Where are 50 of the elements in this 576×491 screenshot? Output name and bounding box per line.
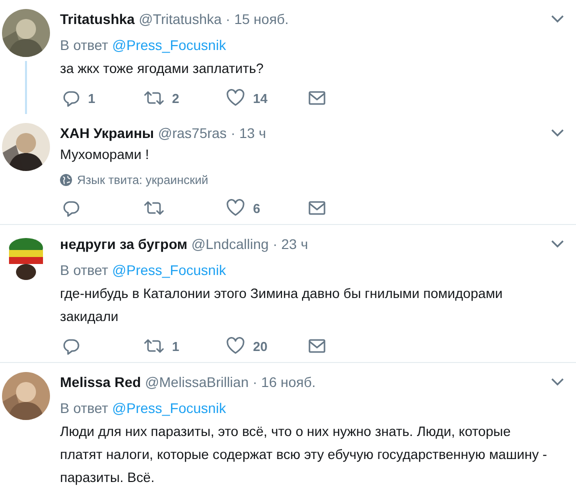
reply-icon[interactable]	[62, 89, 80, 107]
user-handle[interactable]: @MelissaBrillian	[144, 374, 249, 390]
tweet-text: Мухоморами !	[60, 146, 150, 164]
heart-icon[interactable]	[226, 89, 245, 107]
thread-line	[25, 61, 27, 114]
reply-label: В ответ	[60, 399, 108, 418]
reply-icon[interactable]	[62, 337, 80, 355]
mention-link[interactable]: @Press_Focusnik	[112, 396, 226, 420]
avatar[interactable]	[2, 123, 50, 171]
tweet-time[interactable]: · 23 ч	[272, 236, 308, 252]
tweet-text: Люди для них паразиты, это всё, что о них нужно знать. Люди, которые платят налоги, которые содержат всю эту ебучую государственную машину - паразиты. Всё.	[60, 423, 548, 487]
chevron-icon[interactable]	[551, 240, 564, 248]
envelope-icon[interactable]	[308, 200, 326, 216]
like-count: 6	[253, 200, 260, 216]
display-name[interactable]: Tritatushka	[60, 11, 135, 27]
language-note: Язык твита: украинский	[77, 173, 208, 187]
chevron-icon[interactable]	[551, 15, 564, 23]
mention-link[interactable]: @Press_Focusnik	[112, 258, 226, 282]
globe-icon	[60, 174, 72, 186]
like-count: 20	[253, 338, 268, 354]
display-name[interactable]: недруги за бугром	[60, 236, 188, 252]
user-handle[interactable]: @Tritatushka	[138, 11, 222, 27]
heart-icon[interactable]	[226, 337, 245, 355]
retweet-icon[interactable]	[144, 337, 164, 355]
mention-link[interactable]: @Press_Focusnik	[112, 33, 226, 57]
tweet-time[interactable]: · 13 ч	[230, 125, 266, 141]
tweet-text: за жкх тоже ягодами заплатить?	[60, 60, 265, 78]
retweet-icon[interactable]	[144, 89, 164, 107]
avatar[interactable]	[2, 9, 50, 57]
chevron-icon[interactable]	[551, 378, 564, 386]
tweet-time[interactable]: · 15 нояб.	[226, 11, 289, 27]
reply-label: В ответ	[60, 261, 108, 280]
retweet-count: 2	[172, 90, 180, 106]
heart-icon[interactable]	[226, 199, 245, 217]
display-name[interactable]: Melissa Red	[60, 374, 141, 390]
chevron-icon[interactable]	[551, 129, 564, 137]
reply-label: В ответ	[60, 36, 108, 55]
envelope-icon[interactable]	[308, 338, 326, 354]
tweet-time[interactable]: · 16 нояб.	[252, 374, 316, 390]
retweet-icon[interactable]	[144, 199, 164, 217]
reply-icon[interactable]	[62, 199, 80, 217]
envelope-icon[interactable]	[308, 90, 326, 106]
user-handle[interactable]: @ras75ras	[158, 125, 227, 141]
like-count: 14	[253, 90, 268, 106]
tweet-text: где-нибудь в Каталонии этого Зимина давно бы гнилыми помидорами закидали	[60, 285, 504, 326]
user-handle[interactable]: @Lndcalling	[191, 236, 269, 252]
retweet-count: 1	[172, 338, 180, 354]
avatar[interactable]	[2, 372, 50, 420]
reply-count: 1	[88, 90, 96, 106]
display-name[interactable]: ХАН Украины	[60, 125, 154, 141]
